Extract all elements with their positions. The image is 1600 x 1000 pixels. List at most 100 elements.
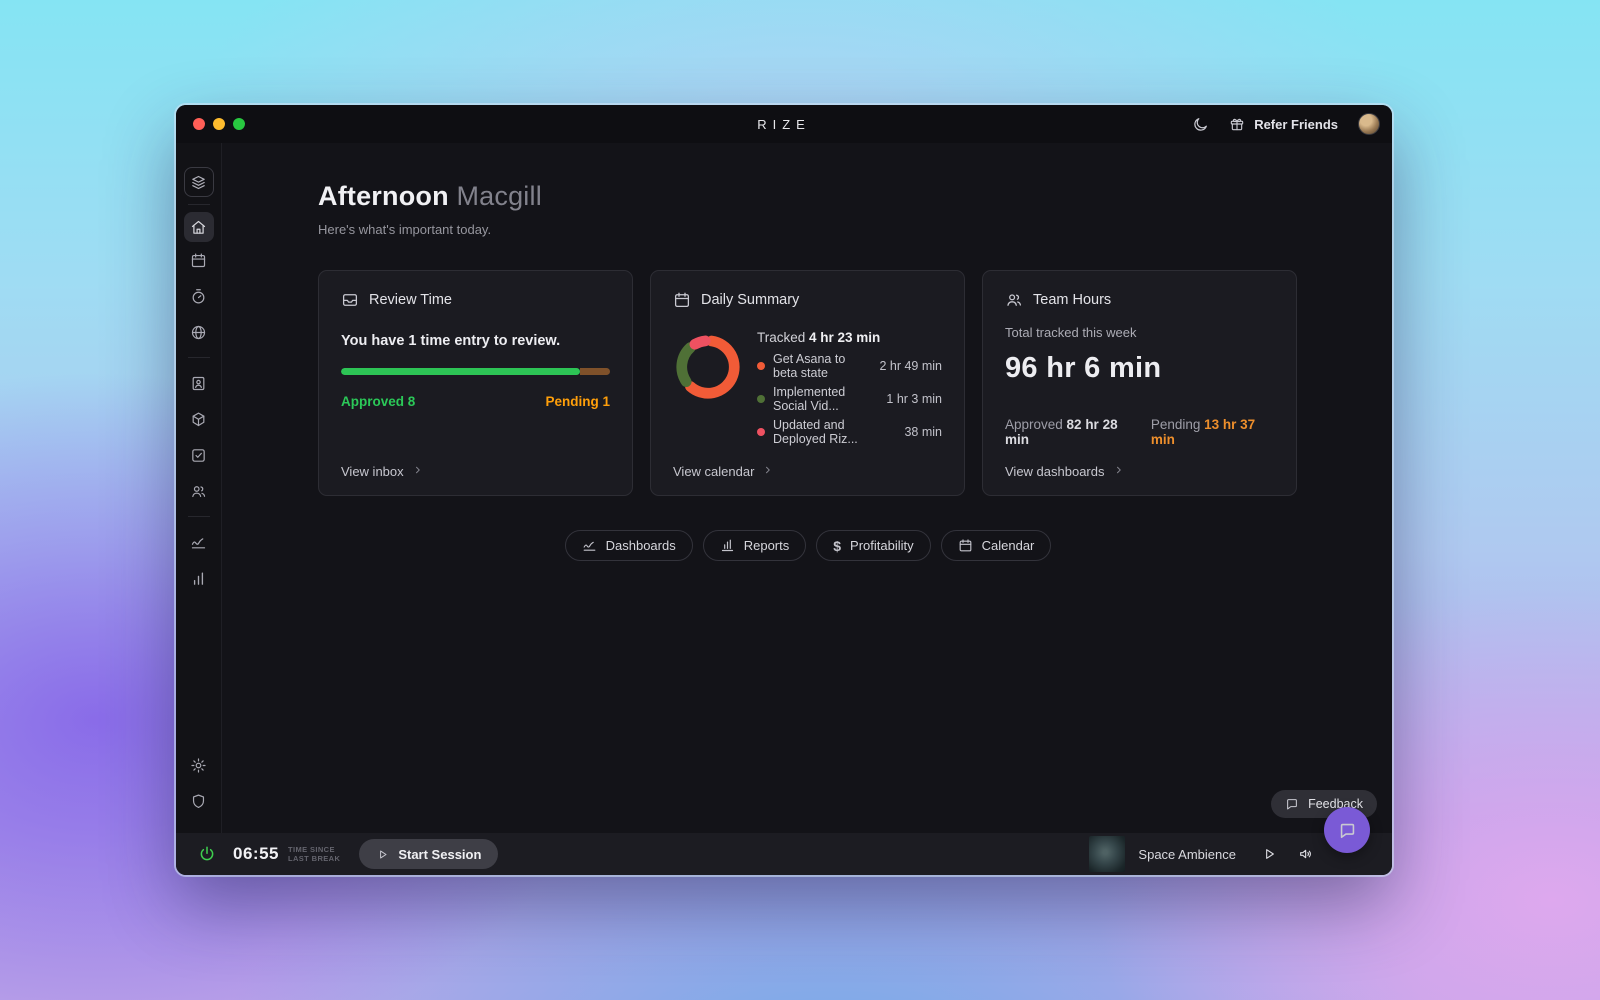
line-chart-icon bbox=[582, 538, 597, 553]
volume-icon[interactable] bbox=[1298, 846, 1314, 862]
team-subtitle: Total tracked this week bbox=[1005, 325, 1137, 340]
profitability-button[interactable]: $ Profitability bbox=[816, 530, 931, 561]
legend-dot bbox=[757, 395, 765, 403]
chevron-right-icon bbox=[762, 464, 774, 479]
team-stats: Approved 82 hr 28 min Pending 13 hr 37 m… bbox=[1005, 417, 1274, 447]
daily-summary-card: Daily Summary Tracked 4 hr 23 min Get As… bbox=[650, 270, 965, 496]
sidebar-item-calendar[interactable] bbox=[176, 242, 221, 278]
legend-item: Updated and Deployed Riz... 38 min bbox=[757, 418, 942, 446]
team-approved: Approved 82 hr 28 min bbox=[1005, 417, 1118, 447]
progress-pending bbox=[580, 368, 610, 375]
card-title: Team Hours bbox=[1033, 292, 1112, 308]
summary-cards: Review Time You have 1 time entry to rev… bbox=[318, 270, 1298, 496]
timer-caption: TIME SINCE LAST BREAK bbox=[287, 845, 341, 863]
calendar-icon bbox=[673, 291, 691, 309]
review-message: You have 1 time entry to review. bbox=[341, 333, 561, 349]
team-total-hours: 96 hr 6 min bbox=[1005, 352, 1162, 384]
tracked-total: Tracked 4 hr 23 min bbox=[757, 330, 881, 345]
calendar-icon bbox=[958, 538, 973, 553]
view-calendar-link[interactable]: View calendar bbox=[673, 464, 774, 479]
page-title: Afternoon Macgill bbox=[318, 181, 542, 211]
sidebar-item-analytics[interactable] bbox=[176, 524, 221, 560]
layers-icon bbox=[192, 175, 205, 189]
sidebar-item-web[interactable] bbox=[176, 314, 221, 350]
sidebar-item-reports[interactable] bbox=[176, 560, 221, 596]
app-window: RIZE Refer Friends Afternoon Macgill Her… bbox=[176, 105, 1392, 875]
gear-icon bbox=[191, 757, 206, 773]
sidebar-item-projects[interactable] bbox=[176, 401, 221, 437]
dashboards-button[interactable]: Dashboards bbox=[564, 530, 693, 561]
sidebar bbox=[176, 143, 222, 833]
time-donut-chart bbox=[676, 335, 740, 399]
chevron-right-icon bbox=[1113, 464, 1125, 479]
pending-count: Pending 1 bbox=[545, 394, 610, 409]
titlebar: RIZE Refer Friends bbox=[176, 105, 1392, 143]
bar-chart-icon bbox=[720, 538, 735, 553]
team-pending: Pending 13 hr 37 min bbox=[1150, 417, 1256, 447]
main-content: Afternoon Macgill Here's what's importan… bbox=[222, 143, 1392, 833]
chevron-right-icon bbox=[412, 464, 424, 479]
sidebar-item-tasks[interactable] bbox=[176, 437, 221, 473]
home-icon bbox=[191, 220, 206, 234]
play-icon bbox=[376, 848, 389, 861]
sidebar-divider bbox=[187, 204, 210, 205]
review-time-card: Review Time You have 1 time entry to rev… bbox=[318, 270, 633, 496]
donut-legend: Get Asana to beta state 2 hr 49 min Impl… bbox=[757, 352, 942, 446]
page-subtitle: Here's what's important today. bbox=[318, 222, 492, 237]
users-icon bbox=[192, 485, 206, 497]
user-name: Macgill bbox=[456, 181, 542, 211]
start-session-button[interactable]: Start Session bbox=[359, 839, 499, 869]
legend-dot bbox=[757, 428, 765, 436]
check-square-icon bbox=[192, 448, 205, 462]
users-icon bbox=[1005, 291, 1023, 309]
view-inbox-link[interactable]: View inbox bbox=[341, 464, 424, 479]
chat-fab-button[interactable] bbox=[1324, 807, 1370, 853]
legend-dot bbox=[757, 362, 765, 370]
legend-item: Get Asana to beta state 2 hr 49 min bbox=[757, 352, 942, 380]
approved-count: Approved 8 bbox=[341, 394, 416, 409]
view-dashboards-link[interactable]: View dashboards bbox=[1005, 464, 1125, 479]
legend-name: Implemented Social Vid... bbox=[773, 385, 846, 413]
timer-icon bbox=[192, 288, 205, 303]
track-name: Space Ambience bbox=[1138, 846, 1236, 862]
legend-item: Implemented Social Vid... 1 hr 3 min bbox=[757, 385, 942, 413]
moon-icon bbox=[1194, 117, 1208, 131]
legend-name: Updated and Deployed Riz... bbox=[773, 418, 858, 446]
power-icon[interactable] bbox=[198, 845, 216, 863]
card-title: Review Time bbox=[369, 292, 452, 308]
sidebar-item-timer[interactable] bbox=[176, 278, 221, 314]
player-play-button[interactable] bbox=[1261, 846, 1277, 862]
session-bar: 06:55 TIME SINCE LAST BREAK Start Session… bbox=[176, 833, 1392, 875]
dollar-icon: $ bbox=[833, 537, 842, 554]
sidebar-item-clients[interactable] bbox=[176, 365, 221, 401]
refer-friends-button[interactable]: Refer Friends bbox=[1229, 116, 1338, 132]
calendar-button[interactable]: Calendar bbox=[940, 530, 1052, 561]
dark-mode-toggle[interactable] bbox=[1192, 116, 1209, 133]
gift-icon bbox=[1229, 116, 1245, 132]
legend-value: 38 min bbox=[904, 425, 942, 439]
calendar-icon bbox=[191, 253, 206, 267]
sidebar-item-team[interactable] bbox=[176, 473, 221, 509]
bar-chart-icon bbox=[193, 572, 204, 585]
sidebar-divider bbox=[187, 357, 210, 358]
album-art[interactable] bbox=[1089, 836, 1126, 872]
shield-icon bbox=[192, 794, 205, 808]
cube-icon bbox=[192, 412, 205, 426]
legend-value: 1 hr 3 min bbox=[886, 392, 942, 406]
chat-bubble-icon bbox=[1285, 797, 1299, 811]
sidebar-item-settings[interactable] bbox=[190, 747, 207, 783]
chat-bubble-icon bbox=[1338, 821, 1357, 840]
reports-button[interactable]: Reports bbox=[702, 530, 807, 561]
inbox-icon bbox=[341, 291, 359, 309]
sidebar-item-privacy[interactable] bbox=[190, 783, 207, 819]
globe-icon bbox=[191, 325, 206, 339]
break-timer: 06:55 bbox=[233, 844, 279, 863]
quick-nav: Dashboards Reports $ Profitability Calen… bbox=[318, 530, 1298, 561]
user-avatar[interactable] bbox=[1358, 113, 1380, 135]
sidebar-divider bbox=[187, 516, 210, 517]
sidebar-item-session[interactable] bbox=[183, 167, 214, 197]
legend-value: 2 hr 49 min bbox=[879, 359, 942, 373]
legend-name: Get Asana to beta state bbox=[773, 352, 846, 380]
progress-approved bbox=[341, 368, 581, 375]
sidebar-item-home[interactable] bbox=[183, 212, 214, 242]
